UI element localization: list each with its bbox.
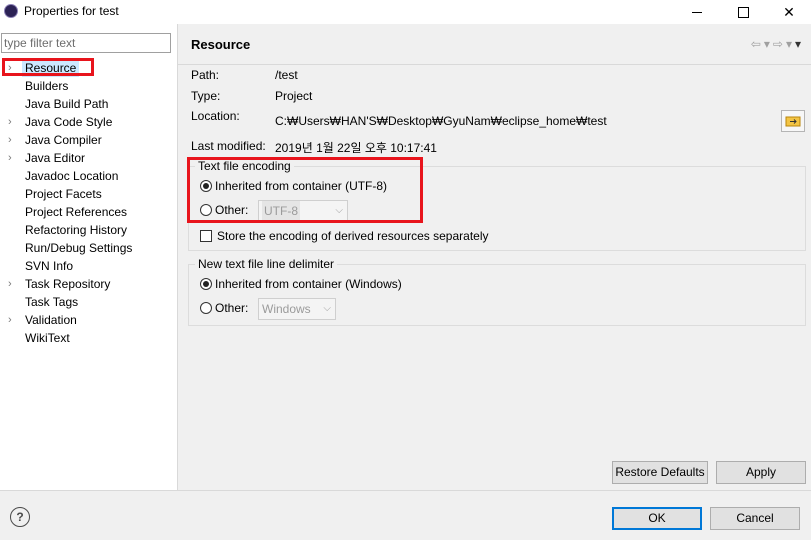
encoding-other-option[interactable]: Other: [200, 203, 248, 217]
tree-item-label: Project Facets [25, 187, 102, 201]
tree-item-label: Java Build Path [25, 97, 109, 111]
tree-item-java-compiler[interactable]: › Java Compiler [0, 131, 177, 149]
tree-item-java-build-path[interactable]: Java Build Path [0, 95, 177, 113]
store-encoding-label: Store the encoding of derived resources … [217, 229, 489, 243]
location-value: C:₩Users₩HAN'S₩Desktop₩GyuNam₩eclipse_ho… [275, 114, 607, 128]
maximize-icon [737, 6, 749, 18]
chevron-right-icon[interactable]: › [8, 149, 18, 167]
tree-item-task-repository[interactable]: › Task Repository [0, 275, 177, 293]
tree-item-wikitext[interactable]: WikiText [0, 329, 177, 347]
delimiter-other-option[interactable]: Other: [200, 301, 248, 315]
tree-item-label: Project References [25, 205, 128, 219]
tree-item-label: Task Repository [25, 277, 111, 291]
eclipse-app-icon [4, 4, 18, 18]
back-arrow-icon[interactable]: ⇦ [751, 37, 761, 51]
type-value: Project [275, 89, 313, 103]
close-button[interactable]: ✕ [766, 0, 811, 24]
forward-arrow-icon[interactable]: ⇨ [773, 37, 783, 51]
tree-item-label: Task Tags [25, 295, 79, 309]
tree-item-label: Refactoring History [25, 223, 128, 237]
tree-item-run-debug-settings[interactable]: Run/Debug Settings [0, 239, 177, 257]
minimize-button[interactable] [674, 0, 720, 24]
delimiter-select[interactable]: Windows ⌵ [258, 298, 336, 320]
delimiter-other-label: Other: [215, 301, 249, 315]
tree-item-svn-info[interactable]: SVN Info [0, 257, 177, 275]
tree-item-label: Java Editor [25, 151, 86, 165]
chevron-right-icon[interactable]: › [8, 131, 18, 149]
location-label: Location: [191, 109, 240, 123]
tree-item-project-facets[interactable]: Project Facets [0, 185, 177, 203]
tree-item-label: Java Compiler [25, 133, 102, 147]
tree-item-java-editor[interactable]: › Java Editor [0, 149, 177, 167]
tree-item-label: Run/Debug Settings [25, 241, 133, 255]
line-delimiter-group-title: New text file line delimiter [195, 257, 338, 271]
dialog-button-bar: ? OK Cancel [0, 490, 811, 540]
page-title: Resource [191, 37, 251, 52]
show-in-explorer-button[interactable] [781, 110, 805, 132]
close-icon: ✕ [783, 3, 795, 20]
store-encoding-checkbox[interactable] [200, 230, 212, 242]
tree-item-label: Validation [25, 313, 77, 327]
chevron-right-icon[interactable]: › [8, 113, 18, 131]
help-icon[interactable]: ? [10, 507, 30, 527]
minimize-icon [692, 11, 702, 13]
property-tree-pane: › Resource Builders Java Build Path › Ja… [0, 24, 178, 490]
tree-item-project-references[interactable]: Project References [0, 203, 177, 221]
forward-dropdown-icon[interactable]: ▾ [786, 37, 792, 51]
title-bar: Properties for test ✕ [0, 0, 811, 24]
maximize-button[interactable] [720, 0, 766, 24]
delimiter-inherited-label: Inherited from container (Windows) [215, 277, 402, 291]
last-modified-label: Last modified: [191, 139, 266, 153]
path-value: /test [275, 68, 298, 82]
tree-item-label: SVN Info [25, 259, 74, 273]
property-tree: › Resource Builders Java Build Path › Ja… [0, 59, 177, 347]
tree-item-validation[interactable]: › Validation [0, 311, 177, 329]
chevron-right-icon[interactable]: › [8, 59, 18, 77]
last-modified-value: 2019년 1월 22일 오후 10:17:41 [275, 141, 437, 155]
radio-button-checked[interactable] [200, 278, 212, 290]
page-nav: ⇦ ▾ ⇨ ▾ ▾ [751, 37, 801, 51]
delimiter-inherited-option[interactable]: Inherited from container (Windows) [200, 277, 402, 291]
encoding-select-value: UTF-8 [262, 201, 300, 221]
chevron-down-icon: ⌵ [335, 205, 343, 216]
tree-item-java-code-style[interactable]: › Java Code Style [0, 113, 177, 131]
chevron-down-icon: ⌵ [323, 303, 331, 314]
view-menu-icon[interactable]: ▾ [795, 37, 801, 51]
ok-button[interactable]: OK [612, 507, 702, 530]
radio-button[interactable] [200, 302, 212, 314]
back-dropdown-icon[interactable]: ▾ [764, 37, 770, 51]
text-encoding-group-title: Text file encoding [195, 159, 294, 173]
tree-item-javadoc-location[interactable]: Javadoc Location [0, 167, 177, 185]
apply-button[interactable]: Apply [716, 461, 806, 484]
resource-page: Resource ⇦ ▾ ⇨ ▾ ▾ Path: /test Type: Pro… [178, 24, 811, 490]
tree-item-label: WikiText [25, 331, 70, 345]
encoding-inherited-option[interactable]: Inherited from container (UTF-8) [200, 179, 387, 193]
tree-item-label: Resource [22, 59, 80, 77]
radio-button-checked[interactable] [200, 180, 212, 192]
tree-item-resource[interactable]: › Resource [0, 59, 177, 77]
tree-item-label: Builders [25, 79, 69, 93]
chevron-right-icon[interactable]: › [8, 311, 18, 329]
tree-item-builders[interactable]: Builders [0, 77, 177, 95]
type-label: Type: [191, 89, 221, 103]
encoding-select[interactable]: UTF-8 ⌵ [258, 200, 348, 222]
tree-item-label: Javadoc Location [25, 169, 119, 183]
restore-defaults-button[interactable]: Restore Defaults [612, 461, 708, 484]
radio-button[interactable] [200, 204, 212, 216]
tree-item-refactoring-history[interactable]: Refactoring History [0, 221, 177, 239]
filter-input[interactable] [1, 33, 171, 53]
page-header: Resource ⇦ ▾ ⇨ ▾ ▾ [178, 24, 811, 65]
encoding-other-label: Other: [215, 203, 249, 217]
encoding-inherited-label: Inherited from container (UTF-8) [215, 179, 388, 193]
delimiter-select-value: Windows [262, 302, 311, 316]
chevron-right-icon[interactable]: › [8, 275, 18, 293]
store-encoding-option[interactable]: Store the encoding of derived resources … [200, 229, 489, 243]
cancel-button[interactable]: Cancel [710, 507, 800, 530]
window-title: Properties for test [24, 4, 119, 18]
tree-item-label: Java Code Style [25, 115, 113, 129]
folder-arrow-icon [785, 116, 801, 127]
path-label: Path: [191, 68, 220, 82]
tree-item-task-tags[interactable]: Task Tags [0, 293, 177, 311]
